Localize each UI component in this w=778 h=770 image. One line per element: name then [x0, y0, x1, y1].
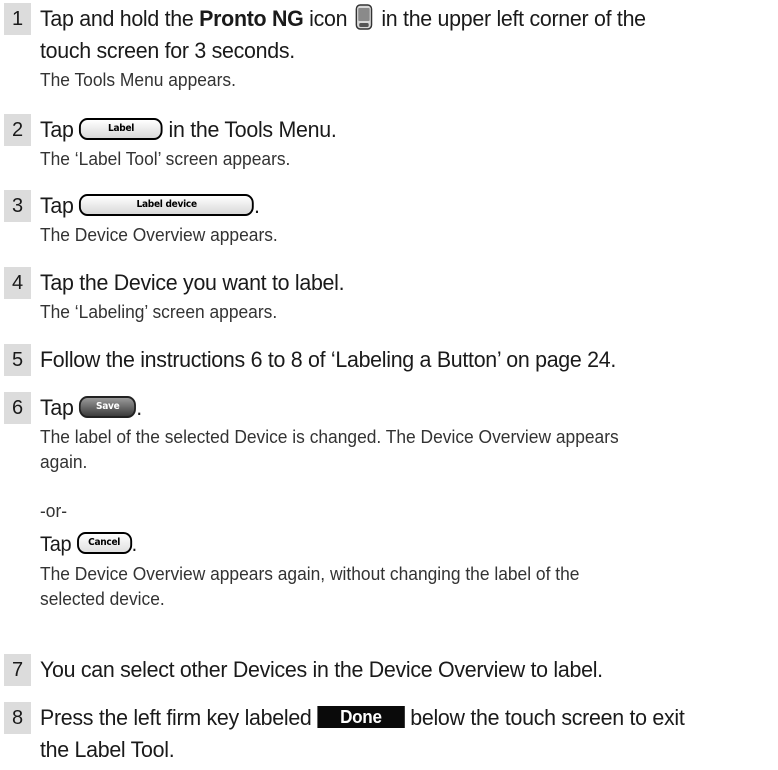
step-result: The Tools Menu appears.: [40, 69, 236, 90]
cancel-button[interactable]: Cancel: [76, 532, 132, 555]
step-number: 6: [4, 392, 31, 424]
step-instruction: Tap and hold the Pronto NG icon in the u…: [40, 4, 646, 31]
step-number: 2: [4, 114, 31, 146]
step-instruction: Press the left firm key labeled Done bel…: [40, 705, 685, 730]
step-result: The ‘Label Tool’ screen appears.: [40, 148, 291, 169]
done-firm-key: Done: [317, 706, 405, 729]
save-button[interactable]: Save: [79, 396, 137, 419]
label-button[interactable]: Label: [79, 118, 163, 141]
step-number: 7: [4, 654, 31, 686]
step-instruction-cont: the Label Tool.: [40, 737, 175, 762]
step-instruction: Tap Label in the Tools Menu.: [40, 117, 337, 142]
or-separator: -or-: [40, 500, 68, 521]
step-instruction-cont: touch screen for 3 seconds.: [40, 38, 295, 63]
alt-result: The Device Overview appears again, witho…: [40, 563, 580, 584]
alt-instruction: Tap Cancel.: [40, 532, 137, 556]
pronto-ng-device-icon: [355, 4, 374, 30]
step-instruction: You can select other Devices in the Devi…: [40, 657, 603, 682]
step-number: 3: [4, 190, 31, 222]
step-result: The label of the selected Device is chan…: [40, 426, 619, 447]
instruction-page: 1 Tap and hold the Pronto NG icon in the…: [0, 0, 778, 770]
step-instruction: Tap Label device.: [40, 193, 260, 218]
step-result: The ‘Labeling’ screen appears.: [40, 301, 278, 322]
step-instruction: Tap Save.: [40, 395, 142, 420]
step-number: 1: [4, 3, 31, 35]
label-device-button[interactable]: Label device: [79, 194, 255, 217]
step-number: 8: [4, 702, 31, 734]
step-instruction: Tap the Device you want to label.: [40, 270, 345, 295]
step-instruction: Follow the instructions 6 to 8 of ‘Label…: [40, 347, 617, 372]
step-result: The Device Overview appears.: [40, 224, 278, 245]
alt-result-cont: selected device.: [40, 588, 165, 609]
step-result-cont: again.: [40, 451, 88, 472]
step-number: 4: [4, 267, 31, 299]
step-number: 5: [4, 344, 31, 376]
